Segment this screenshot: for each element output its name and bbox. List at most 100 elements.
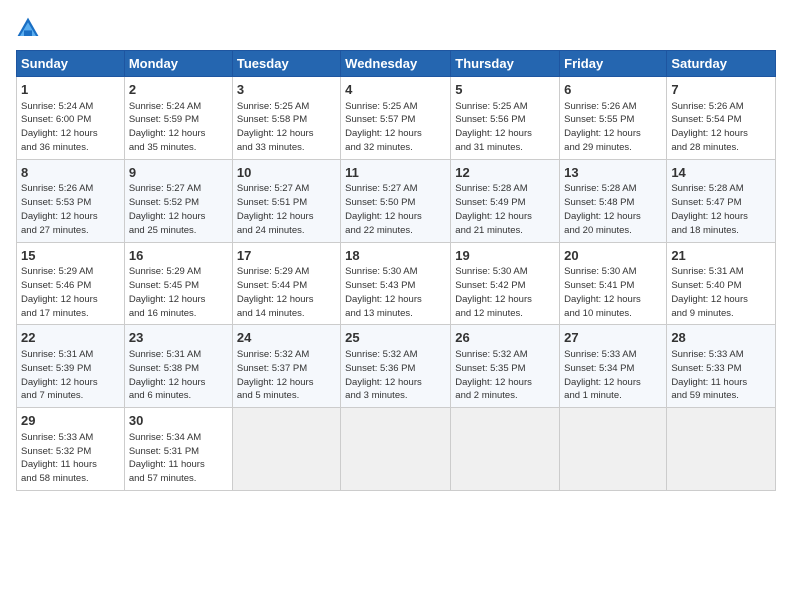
calendar-week-row: 22 Sunrise: 5:31 AM Sunset: 5:39 PM Dayli…	[17, 325, 776, 408]
day-info: Sunrise: 5:28 AM Sunset: 5:48 PM Dayligh…	[564, 183, 641, 235]
day-info: Sunrise: 5:32 AM Sunset: 5:35 PM Dayligh…	[455, 349, 532, 401]
day-info: Sunrise: 5:30 AM Sunset: 5:42 PM Dayligh…	[455, 266, 532, 318]
calendar-cell	[667, 408, 776, 491]
calendar-cell: 20Sunrise: 5:30 AM Sunset: 5:41 PM Dayli…	[560, 242, 667, 325]
day-info: Sunrise: 5:29 AM Sunset: 5:46 PM Dayligh…	[21, 266, 98, 318]
calendar-table: SundayMondayTuesdayWednesdayThursdayFrid…	[16, 50, 776, 491]
day-info: Sunrise: 5:24 AM Sunset: 6:00 PM Dayligh…	[21, 101, 98, 153]
column-header-sunday: Sunday	[17, 51, 125, 77]
calendar-cell: 11Sunrise: 5:27 AM Sunset: 5:50 PM Dayli…	[341, 159, 451, 242]
day-info: Sunrise: 5:26 AM Sunset: 5:55 PM Dayligh…	[564, 101, 641, 153]
day-info: Sunrise: 5:26 AM Sunset: 5:53 PM Dayligh…	[21, 183, 98, 235]
calendar-cell: 9Sunrise: 5:27 AM Sunset: 5:52 PM Daylig…	[124, 159, 232, 242]
calendar-cell	[560, 408, 667, 491]
day-number: 24	[237, 329, 336, 347]
day-info: Sunrise: 5:28 AM Sunset: 5:49 PM Dayligh…	[455, 183, 532, 235]
calendar-cell: 28 Sunrise: 5:33 AM Sunset: 5:33 PM Dayli…	[667, 325, 776, 408]
column-header-saturday: Saturday	[667, 51, 776, 77]
day-number: 18	[345, 247, 446, 265]
day-info: Sunrise: 5:28 AM Sunset: 5:47 PM Dayligh…	[671, 183, 748, 235]
calendar-cell: 3 Sunrise: 5:25 AM Sunset: 5:58 PM Daylig…	[232, 77, 340, 160]
day-info: Sunrise: 5:31 AM Sunset: 5:39 PM Dayligh…	[21, 349, 98, 401]
day-number: 8	[21, 164, 120, 182]
day-info: Sunrise: 5:33 AM Sunset: 5:34 PM Dayligh…	[564, 349, 641, 401]
calendar-cell: 10Sunrise: 5:27 AM Sunset: 5:51 PM Dayli…	[232, 159, 340, 242]
calendar-cell: 17Sunrise: 5:29 AM Sunset: 5:44 PM Dayli…	[232, 242, 340, 325]
day-info: Sunrise: 5:32 AM Sunset: 5:36 PM Dayligh…	[345, 349, 422, 401]
day-number: 13	[564, 164, 662, 182]
calendar-cell	[232, 408, 340, 491]
day-number: 28	[671, 329, 771, 347]
calendar-cell: 12Sunrise: 5:28 AM Sunset: 5:49 PM Dayli…	[451, 159, 560, 242]
calendar-cell: 4Sunrise: 5:25 AM Sunset: 5:57 PM Daylig…	[341, 77, 451, 160]
day-info: Sunrise: 5:31 AM Sunset: 5:40 PM Dayligh…	[671, 266, 748, 318]
calendar-cell: 27 Sunrise: 5:33 AM Sunset: 5:34 PM Dayli…	[560, 325, 667, 408]
calendar-cell: 24 Sunrise: 5:32 AM Sunset: 5:37 PM Dayli…	[232, 325, 340, 408]
day-number: 16	[129, 247, 228, 265]
calendar-cell	[451, 408, 560, 491]
calendar-cell: 15Sunrise: 5:29 AM Sunset: 5:46 PM Dayli…	[17, 242, 125, 325]
day-number: 3	[237, 81, 336, 99]
day-info: Sunrise: 5:27 AM Sunset: 5:51 PM Dayligh…	[237, 183, 314, 235]
calendar-cell: 26Sunrise: 5:32 AM Sunset: 5:35 PM Dayli…	[451, 325, 560, 408]
calendar-cell: 1 Sunrise: 5:24 AM Sunset: 6:00 PM Daylig…	[17, 77, 125, 160]
day-number: 2	[129, 81, 228, 99]
calendar-cell: 25Sunrise: 5:32 AM Sunset: 5:36 PM Dayli…	[341, 325, 451, 408]
day-number: 4	[345, 81, 446, 99]
calendar-week-row: 1 Sunrise: 5:24 AM Sunset: 6:00 PM Daylig…	[17, 77, 776, 160]
calendar-cell: 2 Sunrise: 5:24 AM Sunset: 5:59 PM Daylig…	[124, 77, 232, 160]
calendar-cell: 16Sunrise: 5:29 AM Sunset: 5:45 PM Dayli…	[124, 242, 232, 325]
day-number: 27	[564, 329, 662, 347]
day-info: Sunrise: 5:29 AM Sunset: 5:45 PM Dayligh…	[129, 266, 206, 318]
calendar-cell: 30Sunrise: 5:34 AM Sunset: 5:31 PM Dayli…	[124, 408, 232, 491]
day-info: Sunrise: 5:25 AM Sunset: 5:58 PM Dayligh…	[237, 101, 314, 153]
calendar-body: 1 Sunrise: 5:24 AM Sunset: 6:00 PM Daylig…	[17, 77, 776, 491]
column-header-thursday: Thursday	[451, 51, 560, 77]
day-number: 21	[671, 247, 771, 265]
day-number: 17	[237, 247, 336, 265]
day-info: Sunrise: 5:32 AM Sunset: 5:37 PM Dayligh…	[237, 349, 314, 401]
calendar-cell	[341, 408, 451, 491]
day-number: 22	[21, 329, 120, 347]
day-info: Sunrise: 5:27 AM Sunset: 5:50 PM Dayligh…	[345, 183, 422, 235]
day-info: Sunrise: 5:31 AM Sunset: 5:38 PM Dayligh…	[129, 349, 206, 401]
day-number: 23	[129, 329, 228, 347]
calendar-cell: 29 Sunrise: 5:33 AM Sunset: 5:32 PM Dayli…	[17, 408, 125, 491]
day-number: 12	[455, 164, 555, 182]
logo-icon	[16, 16, 40, 40]
day-info: Sunrise: 5:26 AM Sunset: 5:54 PM Dayligh…	[671, 101, 748, 153]
day-number: 15	[21, 247, 120, 265]
calendar-cell: 22 Sunrise: 5:31 AM Sunset: 5:39 PM Dayli…	[17, 325, 125, 408]
calendar-header-row: SundayMondayTuesdayWednesdayThursdayFrid…	[17, 51, 776, 77]
day-number: 6	[564, 81, 662, 99]
calendar-cell: 8Sunrise: 5:26 AM Sunset: 5:53 PM Daylig…	[17, 159, 125, 242]
calendar-week-row: 15Sunrise: 5:29 AM Sunset: 5:46 PM Dayli…	[17, 242, 776, 325]
day-number: 29	[21, 412, 120, 430]
day-info: Sunrise: 5:24 AM Sunset: 5:59 PM Dayligh…	[129, 101, 206, 153]
day-number: 14	[671, 164, 771, 182]
column-header-tuesday: Tuesday	[232, 51, 340, 77]
calendar-cell: 19Sunrise: 5:30 AM Sunset: 5:42 PM Dayli…	[451, 242, 560, 325]
calendar-cell: 5 Sunrise: 5:25 AM Sunset: 5:56 PM Daylig…	[451, 77, 560, 160]
day-info: Sunrise: 5:30 AM Sunset: 5:41 PM Dayligh…	[564, 266, 641, 318]
day-number: 5	[455, 81, 555, 99]
calendar-week-row: 29 Sunrise: 5:33 AM Sunset: 5:32 PM Dayli…	[17, 408, 776, 491]
day-info: Sunrise: 5:27 AM Sunset: 5:52 PM Dayligh…	[129, 183, 206, 235]
logo	[16, 16, 44, 40]
calendar-cell: 18Sunrise: 5:30 AM Sunset: 5:43 PM Dayli…	[341, 242, 451, 325]
day-number: 7	[671, 81, 771, 99]
day-info: Sunrise: 5:33 AM Sunset: 5:33 PM Dayligh…	[671, 349, 747, 401]
day-number: 1	[21, 81, 120, 99]
day-info: Sunrise: 5:33 AM Sunset: 5:32 PM Dayligh…	[21, 432, 97, 484]
day-info: Sunrise: 5:29 AM Sunset: 5:44 PM Dayligh…	[237, 266, 314, 318]
day-number: 10	[237, 164, 336, 182]
day-info: Sunrise: 5:25 AM Sunset: 5:56 PM Dayligh…	[455, 101, 532, 153]
day-number: 20	[564, 247, 662, 265]
calendar-cell: 6 Sunrise: 5:26 AM Sunset: 5:55 PM Daylig…	[560, 77, 667, 160]
calendar-cell: 13Sunrise: 5:28 AM Sunset: 5:48 PM Dayli…	[560, 159, 667, 242]
column-header-wednesday: Wednesday	[341, 51, 451, 77]
calendar-week-row: 8Sunrise: 5:26 AM Sunset: 5:53 PM Daylig…	[17, 159, 776, 242]
column-header-monday: Monday	[124, 51, 232, 77]
day-number: 19	[455, 247, 555, 265]
day-number: 11	[345, 164, 446, 182]
